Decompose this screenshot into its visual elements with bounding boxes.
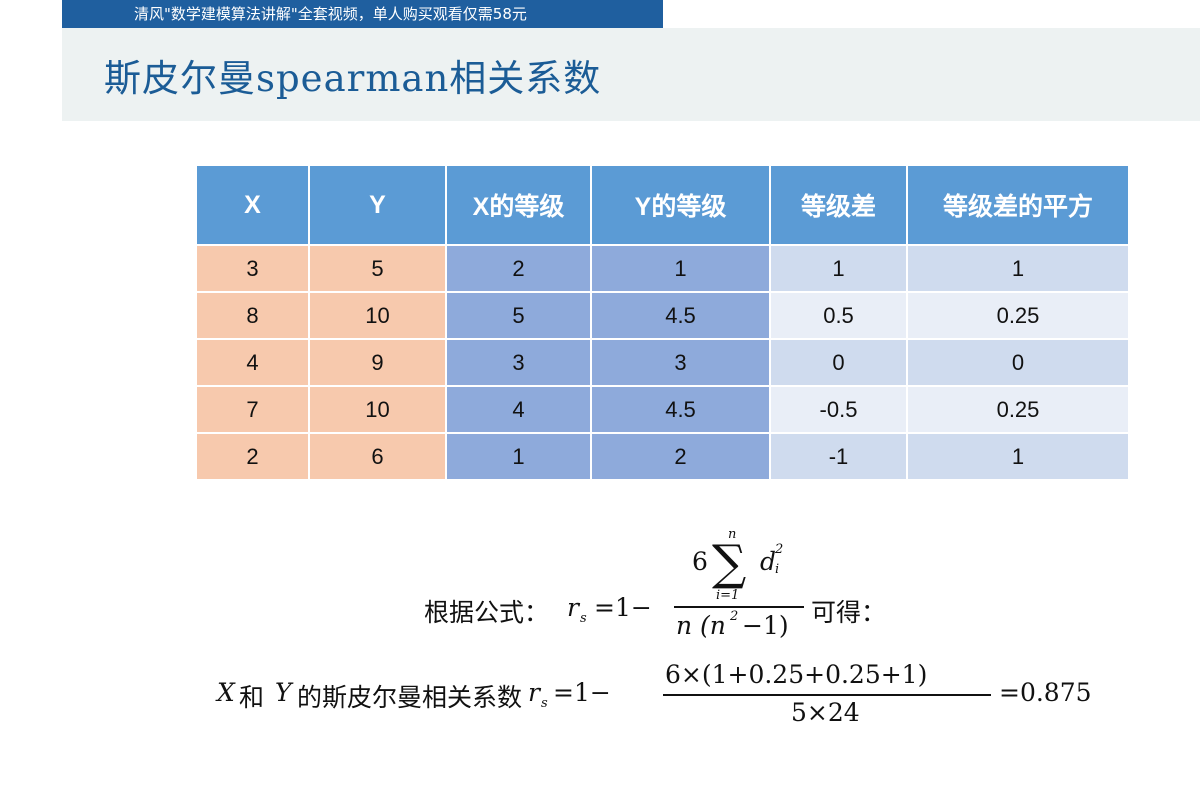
cell-rank-diff: 0: [769, 338, 908, 387]
formula-suffix: 可得：: [811, 598, 887, 627]
cell-rank-diff-squared: 1: [906, 244, 1130, 293]
var-x: X: [217, 678, 235, 707]
result-description: 的斯皮尔曼相关系数: [297, 683, 523, 712]
table-row: 3 5 2 1 1 1: [195, 244, 1130, 293]
cell-y: 6: [308, 432, 447, 481]
var-y: Y: [275, 678, 292, 707]
cell-rank-diff: -0.5: [769, 385, 908, 434]
result-lhs-r: r: [528, 678, 540, 707]
cell-rank-diff: 0.5: [769, 291, 908, 340]
summand-subscript: i: [775, 562, 780, 577]
cell-rank-diff-squared: 0.25: [906, 385, 1130, 434]
conjunction: 和: [239, 683, 265, 712]
denominator-tail: −1): [742, 611, 789, 640]
cell-x: 7: [195, 385, 310, 434]
cell-x: 3: [195, 244, 310, 293]
header-rank-diff: 等级差: [769, 164, 908, 246]
cell-x-rank: 5: [445, 291, 592, 340]
top-banner: 清风"数学建模算法讲解"全套视频，单人购买观看仅需58元: [62, 0, 663, 28]
table-row: 7 10 4 4.5 -0.5 0.25: [195, 385, 1130, 434]
cell-y: 5: [308, 244, 447, 293]
cell-x: 4: [195, 338, 310, 387]
slide-title: 斯皮尔曼spearman相关系数: [104, 57, 602, 100]
table-row: 2 6 1 2 -1 1: [195, 432, 1130, 481]
summation-sign: ∑: [712, 535, 747, 591]
cell-rank-diff: 1: [769, 244, 908, 293]
cell-x: 2: [195, 432, 310, 481]
header-x-rank: X的等级: [445, 164, 592, 246]
result-denominator: 5×24: [791, 698, 860, 727]
cell-x: 8: [195, 291, 310, 340]
table-row: 4 9 3 3 0 0: [195, 338, 1130, 387]
cell-rank-diff: -1: [769, 432, 908, 481]
cell-y: 10: [308, 385, 447, 434]
spearman-formula: 根据公式： r s =1− 6 n ∑ i=1 d 2 i n (n 2 −1)…: [424, 525, 904, 645]
header-y-rank: Y的等级: [590, 164, 771, 246]
result-value: =0.875: [999, 678, 1092, 707]
result-lhs-sub: s: [541, 696, 548, 711]
cell-y-rank: 4.5: [590, 291, 771, 340]
sum-lower-limit: i=1: [716, 588, 740, 603]
cell-rank-diff-squared: 0.25: [906, 291, 1130, 340]
summand-d: d: [760, 547, 777, 576]
table-row: 8 10 5 4.5 0.5 0.25: [195, 291, 1130, 340]
formula-prefix: 根据公式：: [424, 598, 550, 627]
cell-x-rank: 3: [445, 338, 592, 387]
cell-y-rank: 1: [590, 244, 771, 293]
formula-lhs-r: r: [567, 593, 579, 622]
cell-x-rank: 1: [445, 432, 592, 481]
result-numerator: 6×(1+0.25+0.25+1): [665, 660, 928, 689]
cell-rank-diff-squared: 1: [906, 432, 1130, 481]
denominator-n: n (n: [676, 611, 726, 640]
formula-equals-one-minus: =1−: [594, 593, 652, 622]
cell-x-rank: 4: [445, 385, 592, 434]
denominator-superscript: 2: [730, 609, 739, 624]
result-equals-one-minus: =1−: [553, 678, 611, 707]
cell-y: 10: [308, 291, 447, 340]
title-band: 斯皮尔曼spearman相关系数: [62, 28, 1200, 121]
summand-superscript: 2: [775, 542, 784, 557]
result-fraction-bar: [663, 694, 991, 696]
header-rank-diff-squared: 等级差的平方: [906, 164, 1130, 246]
table-header-row: X Y X的等级 Y的等级 等级差 等级差的平方: [195, 164, 1130, 246]
fraction-bar: [674, 606, 804, 608]
numerator-coefficient: 6: [692, 547, 708, 576]
cell-y-rank: 4.5: [590, 385, 771, 434]
rank-table: X Y X的等级 Y的等级 等级差 等级差的平方 3 5 2 1 1 1 8 1…: [195, 164, 1130, 481]
cell-rank-diff-squared: 0: [906, 338, 1130, 387]
cell-x-rank: 2: [445, 244, 592, 293]
result-formula: X 和 Y 的斯皮尔曼相关系数 r s =1− 6×(1+0.25+0.25+1…: [217, 660, 1117, 732]
header-y: Y: [308, 164, 447, 246]
cell-y: 9: [308, 338, 447, 387]
header-x: X: [195, 164, 310, 246]
formula-lhs-sub: s: [580, 611, 587, 626]
cell-y-rank: 2: [590, 432, 771, 481]
cell-y-rank: 3: [590, 338, 771, 387]
